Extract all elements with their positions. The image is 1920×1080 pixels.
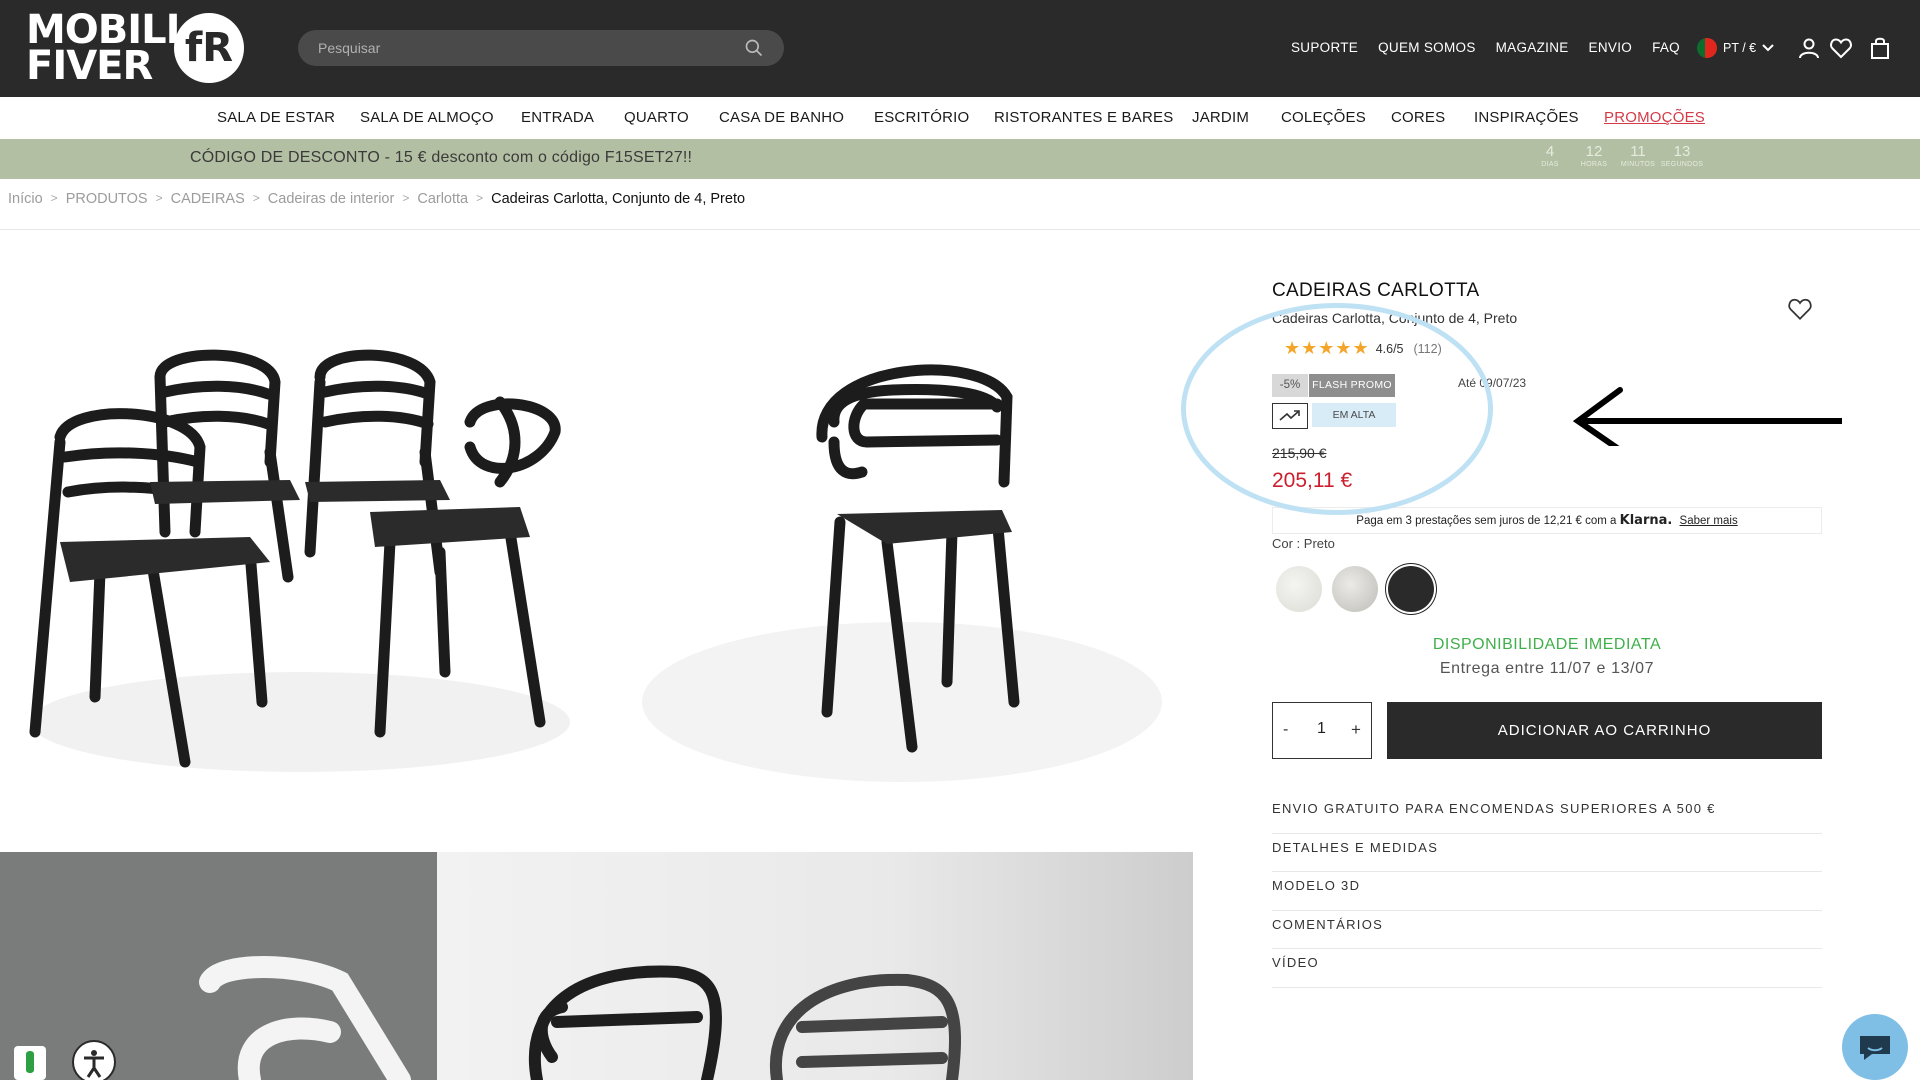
top-header: MOBILI FIVER fR SUPORTE QUEM SOMOS MAGAZ…: [0, 0, 1920, 97]
locale-selector[interactable]: PT / €: [1697, 38, 1774, 58]
quantity-value[interactable]: 1: [1317, 720, 1326, 738]
accessibility-icon[interactable]: [72, 1040, 116, 1080]
breadcrumb-item[interactable]: Cadeiras de interior: [268, 191, 395, 207]
countdown-minutes: 11 MINUTOS: [1616, 143, 1660, 168]
nav-promocoes[interactable]: PROMOÇÕES: [1604, 109, 1705, 126]
product-image-group-of-chairs[interactable]: [0, 252, 600, 842]
countdown-value: 4: [1545, 143, 1555, 160]
accordion-video[interactable]: VÍDEO: [1272, 949, 1822, 988]
user-icon[interactable]: [1797, 36, 1821, 60]
nav-casa-de-banho[interactable]: CASA DE BANHO: [719, 109, 844, 126]
nav-inspiracoes[interactable]: INSPIRAÇÕES: [1474, 109, 1579, 126]
portugal-flag-icon: [1697, 38, 1717, 58]
nav-entrada[interactable]: ENTRADA: [521, 109, 594, 126]
countdown-label: MINUTOS: [1620, 161, 1656, 168]
color-swatch-black-selected[interactable]: [1388, 566, 1434, 612]
countdown-label: HORAS: [1580, 161, 1608, 168]
nav-sala-de-estar[interactable]: SALA DE ESTAR: [217, 109, 335, 126]
countdown-value: 11: [1630, 143, 1646, 160]
bag-icon[interactable]: [1868, 36, 1892, 60]
product-image-lifestyle-black-chairs[interactable]: [437, 852, 1193, 1080]
product-title: CADEIRAS CARLOTTA: [1272, 280, 1480, 301]
breadcrumb-item[interactable]: Início: [8, 191, 43, 207]
breadcrumb-separator: >: [252, 191, 260, 205]
category-nav: SALA DE ESTAR SALA DE ALMOÇO ENTRADA QUA…: [0, 97, 1920, 139]
link-envio[interactable]: ENVIO: [1589, 40, 1633, 55]
header-divider: [0, 229, 1920, 230]
locale-label: PT / €: [1723, 41, 1757, 55]
quantity-decrease-button[interactable]: -: [1283, 721, 1288, 739]
breadcrumb-item[interactable]: Carlotta: [417, 191, 468, 207]
link-suporte[interactable]: SUPORTE: [1291, 40, 1358, 55]
brand-logo[interactable]: MOBILI FIVER fR: [26, 10, 256, 89]
nav-ristorantes-e-bares[interactable]: RISTORANTES E BARES: [994, 109, 1173, 126]
accordion-comments[interactable]: COMENTÁRIOS: [1272, 911, 1822, 949]
countdown-label: SEGUNDOS: [1660, 161, 1704, 168]
chat-bubble-icon[interactable]: [1842, 1014, 1908, 1080]
white-chair-illustration: [0, 852, 437, 1080]
logo-wordmark: MOBILI FIVER: [26, 10, 181, 89]
klarna-text: Paga em 3 prestações sem juros de 12,21 …: [1356, 515, 1617, 527]
nav-cores[interactable]: CORES: [1391, 109, 1445, 126]
logo-emblem: fR: [174, 13, 244, 83]
chair-illustration: [642, 364, 1162, 782]
countdown-label: DIAS: [1541, 161, 1559, 168]
chevron-down-icon: [1762, 44, 1774, 52]
breadcrumb-separator: >: [402, 191, 410, 205]
nav-sala-de-almoco[interactable]: SALA DE ALMOÇO: [360, 109, 494, 126]
availability-status: DISPONIBILIDADE IMEDIATA: [1432, 636, 1662, 653]
link-quem-somos[interactable]: QUEM SOMOS: [1378, 40, 1476, 55]
accordion-3d-model[interactable]: MODELO 3D: [1272, 872, 1822, 911]
wishlist-heart-icon[interactable]: [1786, 296, 1814, 322]
logo-line-2: FIVER: [26, 43, 153, 89]
color-swatch-white[interactable]: [1276, 566, 1322, 612]
promo-bar: CÓDIGO DE DESCONTO - 15 € desconto com o…: [0, 139, 1920, 179]
nav-colecoes[interactable]: COLEÇÕES: [1281, 109, 1366, 126]
countdown-timer: 4 DIAS 12 HORAS 11 MINUTOS 13 SEGUNDOS: [1528, 143, 1704, 168]
delivery-estimate: Entrega entre 11/07 e 13/07: [1439, 660, 1655, 677]
breadcrumb-item[interactable]: PRODUTOS: [66, 191, 148, 207]
search-bar: [298, 30, 784, 66]
countdown-seconds: 13 SEGUNDOS: [1660, 143, 1704, 168]
link-magazine[interactable]: MAGAZINE: [1496, 40, 1569, 55]
link-faq[interactable]: FAQ: [1652, 40, 1680, 55]
nav-quarto[interactable]: QUARTO: [624, 109, 689, 126]
breadcrumb: Início > PRODUTOS > CADEIRAS > Cadeiras de …: [8, 191, 745, 207]
heart-icon[interactable]: [1829, 36, 1853, 60]
nav-escritorio[interactable]: ESCRITÓRIO: [874, 109, 969, 126]
countdown-value: 13: [1673, 143, 1691, 160]
product-gallery: [0, 252, 1193, 1080]
accordion-details-measures[interactable]: DETALHES E MEDIDAS: [1272, 834, 1822, 872]
chairs-illustration: [29, 349, 570, 772]
product-image-single-chair[interactable]: [602, 252, 1193, 842]
search-input[interactable]: [318, 30, 738, 66]
countdown-value: 12: [1585, 143, 1603, 160]
highlight-circle-annotation: [1181, 303, 1493, 515]
trust-badge-icon[interactable]: [14, 1046, 46, 1080]
black-chairs-illustration: [529, 965, 961, 1080]
breadcrumb-separator: >: [50, 191, 58, 205]
breadcrumb-item[interactable]: CADEIRAS: [171, 191, 245, 207]
breadcrumb-separator: >: [476, 191, 484, 205]
add-to-cart-button[interactable]: ADICIONAR AO CARRINHO: [1387, 702, 1822, 759]
countdown-hours: 12 HORAS: [1572, 143, 1616, 168]
top-links: SUPORTE QUEM SOMOS MAGAZINE ENVIO FAQ: [1291, 40, 1700, 55]
quantity-stepper: - 1 +: [1272, 702, 1372, 759]
klarna-logo: Klarna.: [1619, 513, 1673, 528]
color-swatch-grey[interactable]: [1332, 566, 1378, 612]
breadcrumb-current: Cadeiras Carlotta, Conjunto de 4, Preto: [491, 191, 746, 207]
product-info-accordion: ENVIO GRATUITO PARA ENCOMENDAS SUPERIORE…: [1272, 795, 1822, 988]
product-image-lifestyle-white-chair[interactable]: [0, 852, 437, 1080]
accordion-free-shipping[interactable]: ENVIO GRATUITO PARA ENCOMENDAS SUPERIORE…: [1272, 795, 1822, 834]
klarna-learn-more-link[interactable]: Saber mais: [1680, 515, 1738, 527]
color-label: Cor : Preto: [1272, 536, 1335, 551]
logo-glyph: fR: [184, 25, 234, 71]
breadcrumb-separator: >: [155, 191, 163, 205]
arrow-left-annotation-icon: [1572, 387, 1842, 446]
promo-text: CÓDIGO DE DESCONTO - 15 € desconto com o…: [190, 149, 693, 166]
nav-jardim[interactable]: JARDIM: [1192, 109, 1249, 126]
countdown-days: 4 DIAS: [1528, 143, 1572, 168]
search-icon[interactable]: [744, 38, 764, 58]
quantity-increase-button[interactable]: +: [1351, 720, 1361, 740]
